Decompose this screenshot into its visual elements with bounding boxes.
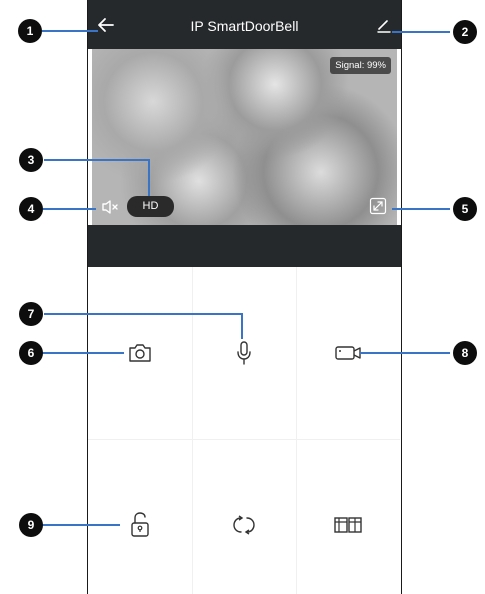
leader-line-2 <box>392 31 450 33</box>
page-title: IP SmartDoorBell <box>190 18 299 34</box>
mute-button[interactable] <box>100 197 120 217</box>
leader-line-7 <box>44 313 243 315</box>
microphone-icon <box>237 341 251 365</box>
talk-button[interactable] <box>192 267 296 439</box>
leader-line-1 <box>42 30 98 32</box>
pencil-icon <box>377 20 391 33</box>
rotate-icon <box>233 515 255 535</box>
callout-4: 4 <box>19 197 43 221</box>
edit-button[interactable] <box>376 17 392 33</box>
callout-5: 5 <box>453 197 477 221</box>
phone-screen: IP SmartDoorBell Signal: 99% HD <box>87 0 402 594</box>
callout-7: 7 <box>19 302 43 326</box>
unlock-icon <box>131 512 149 537</box>
callout-9: 9 <box>19 513 43 537</box>
callout-2: 2 <box>453 20 477 44</box>
hd-toggle-button[interactable]: HD <box>127 196 174 217</box>
camera-icon <box>129 344 151 362</box>
speaker-mute-icon <box>102 200 118 214</box>
leader-line-3-drop <box>148 159 150 196</box>
video-bottom-band <box>88 225 401 267</box>
leader-line-3 <box>44 159 150 161</box>
leader-line-4 <box>43 208 96 210</box>
top-bar: IP SmartDoorBell <box>88 0 401 49</box>
video-feed[interactable]: Signal: 99% HD <box>92 49 397 225</box>
video-camera-icon <box>335 346 361 360</box>
signal-badge: Signal: 99% <box>330 57 391 74</box>
controls-grid <box>88 267 400 594</box>
callout-3: 3 <box>19 148 43 172</box>
leader-line-9 <box>42 524 120 526</box>
leader-line-5 <box>392 208 450 210</box>
callout-1: 1 <box>18 19 42 43</box>
rotate-button[interactable] <box>192 439 296 594</box>
leader-line-8 <box>360 352 450 354</box>
leader-line-7-drop <box>241 313 243 339</box>
fullscreen-button[interactable] <box>369 197 387 215</box>
gallery-button[interactable] <box>296 439 400 594</box>
leader-line-6 <box>42 352 124 354</box>
fullscreen-icon <box>369 197 387 215</box>
callout-8: 8 <box>453 341 477 365</box>
callout-6: 6 <box>19 341 43 365</box>
gallery-icon <box>334 517 362 533</box>
unlock-button[interactable] <box>88 439 192 594</box>
